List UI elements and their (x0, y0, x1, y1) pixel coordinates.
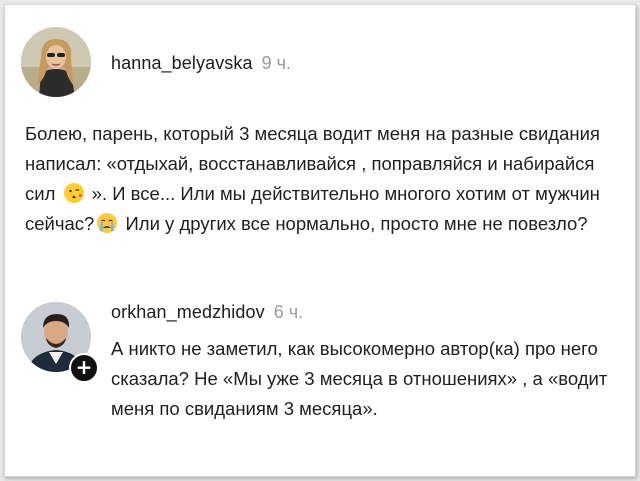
timestamp: 9 ч. (261, 53, 292, 73)
crying-face-emoji-icon (96, 212, 118, 234)
screenshot-frame: hanna_belyavska 9 ч. Болею, парень, кото… (4, 4, 636, 477)
avatar-photo-woman (21, 27, 91, 97)
timestamp: 6 ч. (273, 302, 304, 322)
comment-header: hanna_belyavska 9 ч. (111, 53, 291, 74)
comment-text: Болею, парень, который 3 месяца водит ме… (25, 119, 625, 239)
username-link[interactable]: hanna_belyavska (111, 53, 253, 73)
comment-header: orkhan_medzhidov 6 ч. (111, 302, 303, 323)
kissing-face-emoji-icon (63, 182, 85, 204)
avatar[interactable] (21, 27, 91, 97)
username-link[interactable]: orkhan_medzhidov (111, 302, 265, 322)
add-follow-icon[interactable]: + (69, 353, 99, 383)
comment-text: А никто не заметил, как высокомерно авто… (111, 338, 608, 419)
comment-text-part: Или у других все нормально, просто мне н… (120, 213, 588, 234)
